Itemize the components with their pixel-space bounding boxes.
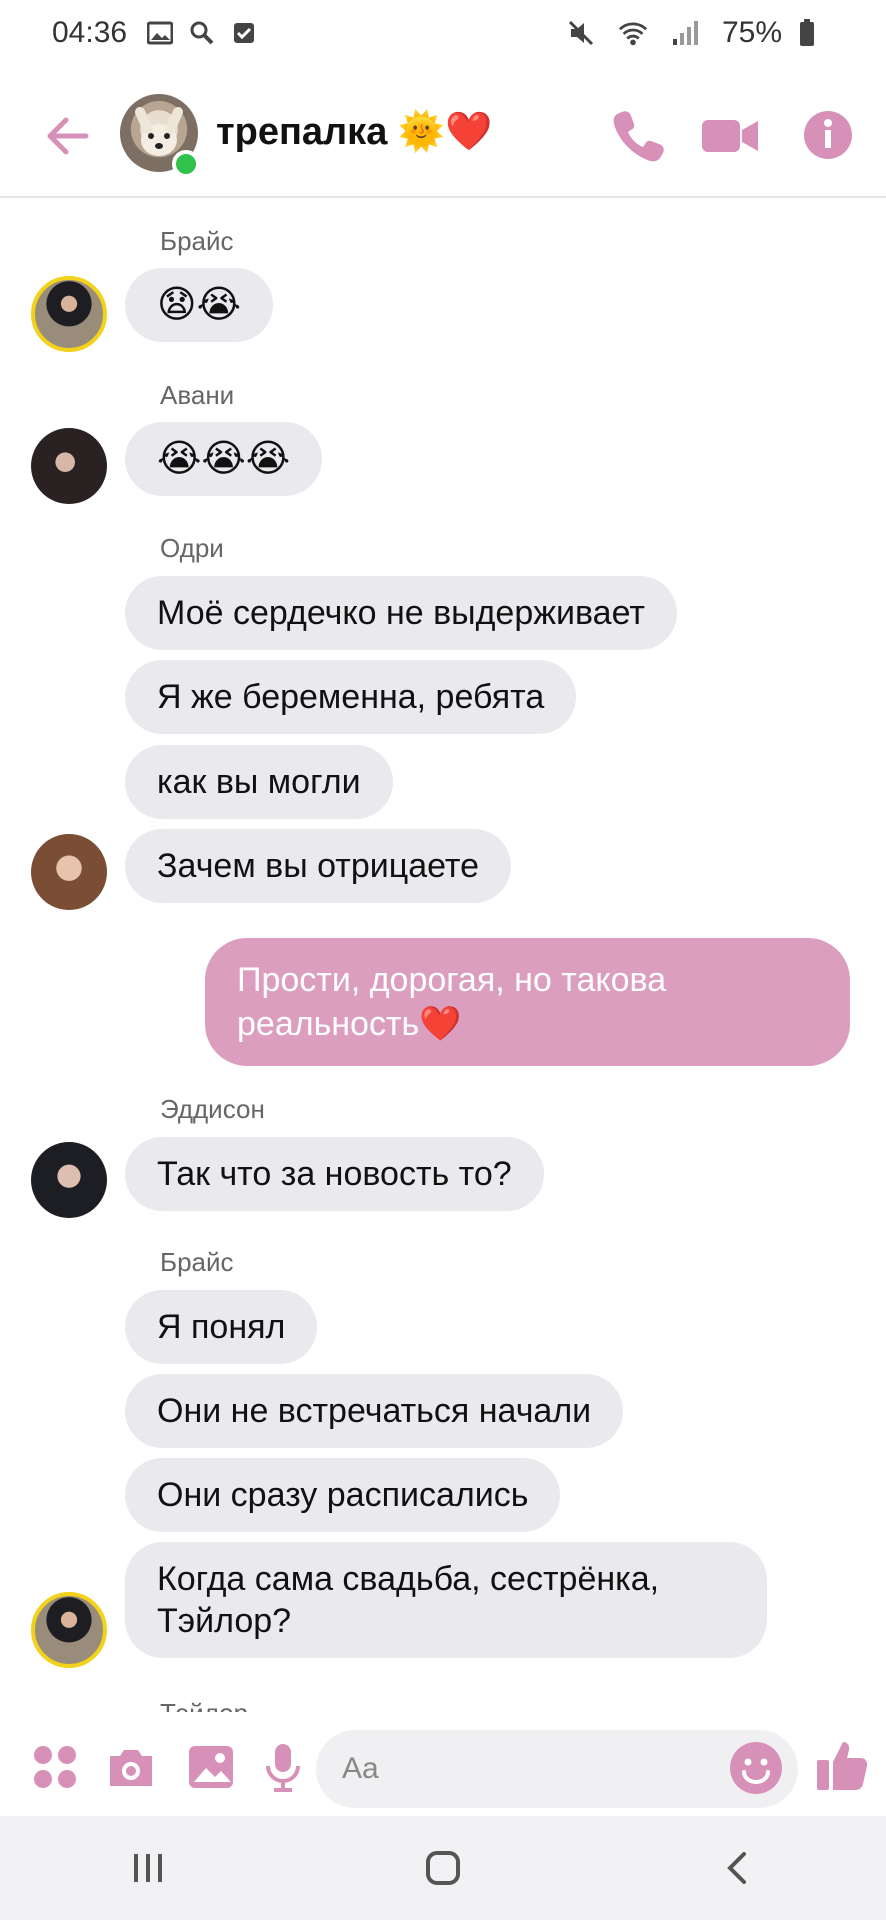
apps-icon[interactable] <box>28 1740 82 1794</box>
battery-icon <box>792 18 822 48</box>
avatar-brice[interactable] <box>31 1592 107 1668</box>
avatar-brice[interactable] <box>31 276 107 352</box>
home-icon[interactable] <box>413 1838 473 1898</box>
outgoing-message-bubble[interactable]: Прости, дорогая, но такова реальность❤️ <box>205 938 850 1066</box>
message-bubble[interactable]: Зачем вы отрицаете <box>125 829 511 903</box>
wifi-icon <box>618 18 648 48</box>
microphone-icon[interactable] <box>256 1740 310 1794</box>
system-navigation-bar <box>0 1816 886 1920</box>
thumbs-up-icon[interactable] <box>814 1736 872 1794</box>
info-icon[interactable] <box>800 106 856 164</box>
message-bubble[interactable]: Я понял <box>125 1290 318 1364</box>
status-bar: 04:36 75% <box>0 0 886 66</box>
video-icon[interactable] <box>700 106 760 164</box>
search-notification-icon <box>187 18 217 48</box>
signal-icon <box>670 18 700 48</box>
recent-apps-icon[interactable] <box>118 1838 178 1898</box>
sender-name: Одри <box>160 533 224 563</box>
message-bubble[interactable]: Я же беременна, ребята <box>125 660 577 734</box>
status-time: 04:36 <box>52 16 128 49</box>
message-bubble[interactable]: Они не встречаться начали <box>125 1374 624 1448</box>
avatar-avani[interactable] <box>31 428 107 504</box>
chat-header: трепалка 🌞❤️ <box>0 72 886 198</box>
gallery-notification-icon <box>145 18 175 48</box>
message-input[interactable]: Aa <box>316 1730 798 1808</box>
message-list[interactable]: Брайс 😧😭 Авани 😭😭😭 Одри Моё сердечко не … <box>0 200 886 1712</box>
composer-bar: Aa <box>0 1714 886 1824</box>
sender-name: Брайс <box>160 1247 234 1277</box>
message-bubble[interactable]: Они сразу расписались <box>125 1458 561 1532</box>
online-indicator <box>172 150 200 178</box>
sender-name: Эддисон <box>160 1094 265 1124</box>
arrow-left-icon[interactable] <box>42 110 94 162</box>
message-bubble[interactable]: 😭😭😭 <box>125 422 323 496</box>
chat-title[interactable]: трепалка 🌞❤️ <box>216 110 493 154</box>
avatar-audrey[interactable] <box>31 834 107 910</box>
sender-name: Брайс <box>160 226 234 256</box>
image-icon[interactable] <box>184 1740 238 1794</box>
phone-icon[interactable] <box>610 106 668 164</box>
message-bubble[interactable]: 😧😭 <box>125 268 274 342</box>
sender-name: Тэйлор <box>160 1698 248 1712</box>
message-bubble[interactable]: как вы могли <box>125 745 393 819</box>
message-bubble[interactable]: Моё сердечко не выдерживает <box>125 576 677 650</box>
message-input-placeholder: Aa <box>342 1752 379 1785</box>
avatar-addison[interactable] <box>31 1142 107 1218</box>
message-bubble[interactable]: Когда сама свадьба, сестрёнка, Тэйлор? <box>125 1542 767 1658</box>
checkbox-notification-icon <box>229 18 259 48</box>
sender-name: Авани <box>160 380 235 410</box>
battery-percent: 75% <box>721 16 782 49</box>
emoji-icon[interactable] <box>728 1740 784 1796</box>
message-bubble[interactable]: Так что за новость то? <box>125 1137 544 1211</box>
back-nav-icon[interactable] <box>708 1838 768 1898</box>
camera-icon[interactable] <box>104 1740 158 1794</box>
mute-icon <box>566 18 596 48</box>
